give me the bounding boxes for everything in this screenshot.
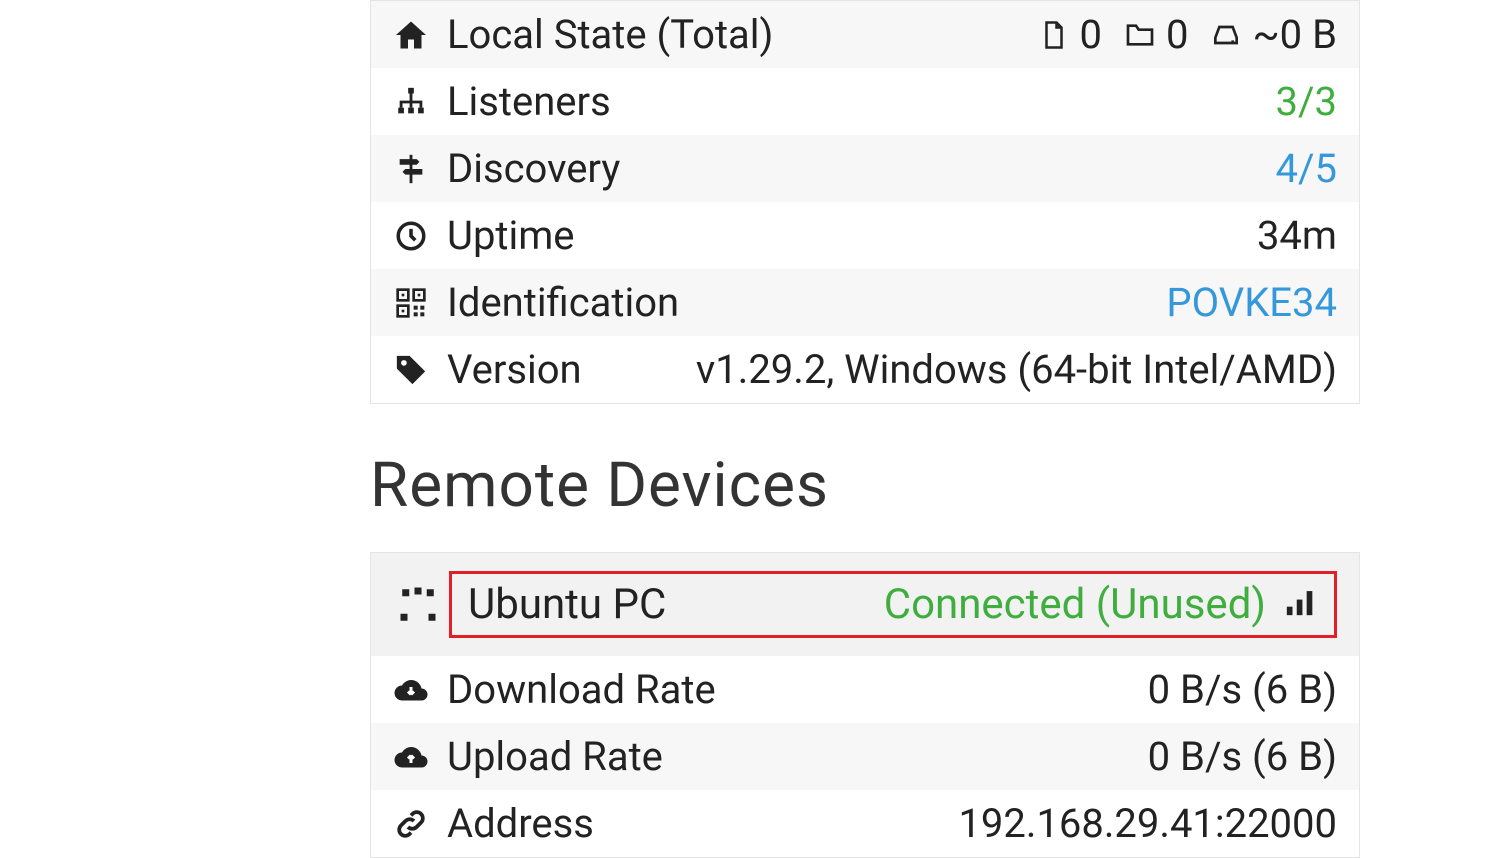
label-upload-rate: Upload Rate: [447, 733, 663, 780]
row-address: Address 192.168.29.41:22000: [371, 790, 1359, 857]
row-listeners[interactable]: Listeners 3/3: [371, 68, 1359, 135]
row-download-rate: Download Rate 0 B/s (6 B): [371, 656, 1359, 723]
tag-icon: [393, 352, 429, 388]
network-icon: [393, 84, 429, 120]
status-panel: Local State (Total) 0 0: [370, 0, 1360, 404]
folder-icon: [1124, 19, 1156, 51]
row-local-state: Local State (Total) 0 0: [371, 1, 1359, 68]
value-listeners[interactable]: 3/3: [1276, 78, 1337, 125]
heading-remote-devices: Remote Devices: [370, 449, 1360, 522]
value-address: 192.168.29.41:22000: [958, 800, 1337, 847]
remote-device-panel: Ubuntu PC Connected (Unused) Download Ra…: [370, 552, 1360, 858]
row-version: Version v1.29.2, Windows (64-bit Intel/A…: [371, 336, 1359, 403]
value-identification[interactable]: POVKE34: [1166, 279, 1337, 326]
signal-icon: [1284, 580, 1318, 629]
device-name: Ubuntu PC: [468, 580, 666, 629]
file-icon: [1038, 19, 1070, 51]
value-version: v1.29.2, Windows (64-bit Intel/AMD): [696, 346, 1337, 393]
label-uptime: Uptime: [447, 212, 575, 259]
label-discovery: Discovery: [447, 145, 620, 192]
value-upload-rate: 0 B/s (6 B): [1148, 733, 1337, 780]
clock-icon: [393, 218, 429, 254]
value-download-rate: 0 B/s (6 B): [1148, 666, 1337, 713]
value-discovery[interactable]: 4/5: [1276, 145, 1337, 192]
label-listeners: Listeners: [447, 78, 611, 125]
label-version: Version: [447, 346, 582, 393]
qrcode-icon: [393, 285, 429, 321]
label-identification: Identification: [447, 279, 679, 326]
value-size: ~0 B: [1252, 11, 1337, 58]
device-syncthing-icon: [393, 584, 443, 626]
signpost-icon: [393, 151, 429, 187]
disk-icon: [1210, 19, 1242, 51]
home-icon: [393, 17, 429, 53]
row-identification[interactable]: Identification POVKE34: [371, 269, 1359, 336]
cloud-upload-icon: [393, 739, 429, 775]
row-discovery[interactable]: Discovery 4/5: [371, 135, 1359, 202]
label-local-state: Local State (Total): [447, 11, 773, 58]
value-uptime: 34m: [1257, 212, 1337, 259]
value-files: 0: [1080, 11, 1102, 58]
device-header[interactable]: Ubuntu PC Connected (Unused): [371, 553, 1359, 656]
label-address: Address: [447, 800, 594, 847]
label-download-rate: Download Rate: [447, 666, 716, 713]
value-folders: 0: [1166, 11, 1188, 58]
link-icon: [393, 806, 429, 842]
row-upload-rate: Upload Rate 0 B/s (6 B): [371, 723, 1359, 790]
cloud-download-icon: [393, 672, 429, 708]
device-status-text: Connected (Unused): [884, 580, 1266, 629]
row-uptime: Uptime 34m: [371, 202, 1359, 269]
